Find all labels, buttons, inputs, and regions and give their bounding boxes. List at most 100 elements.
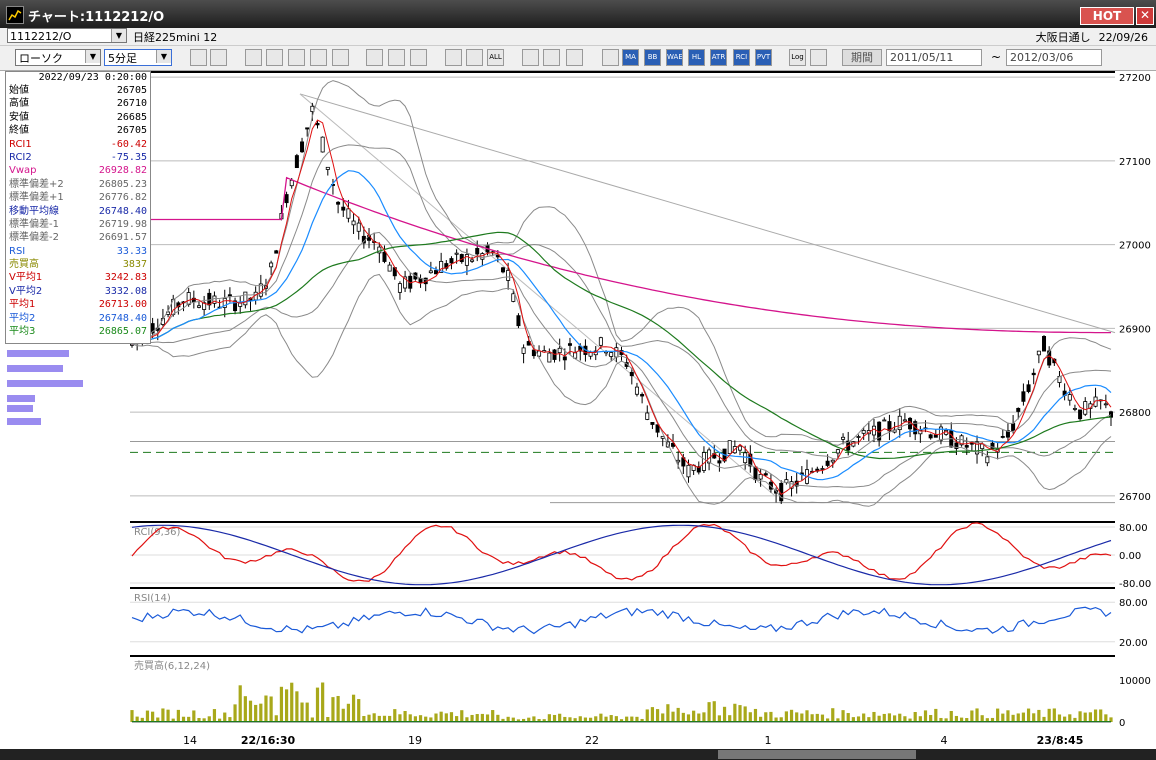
hot-button[interactable]: HOT [1080,7,1134,25]
info-value: 26685 [116,111,147,123]
candle-body [475,248,480,255]
info-row: 標準偏差+1 26776.82 [6,191,150,204]
toolbar-bb-button[interactable]: BB [644,49,661,66]
volume-bar [882,713,886,722]
candle-body [1072,408,1077,410]
volume-bar [795,712,799,722]
chevron-down-icon[interactable]: ▼ [85,50,100,63]
candle-body [1031,372,1036,376]
candle-body [325,166,330,170]
volume-bar [284,689,289,722]
chevron-down-icon[interactable]: ▼ [156,50,171,63]
info-timestamp: 2022/09/23 0:20:00 [38,72,147,83]
price-tick-label: 26900 [1119,324,1151,335]
toolbar-redo-button[interactable] [410,49,427,66]
toolbar-wrench-button[interactable] [543,49,560,66]
period-button[interactable]: 期間 [842,49,882,66]
toolbar-hl-button[interactable]: HL [688,49,705,66]
volume-profile-bar [7,395,35,402]
volume-bar [810,714,814,722]
toolbar-color-button[interactable] [566,49,583,66]
toolbar-line-button[interactable] [466,49,483,66]
candle-body [1021,391,1026,402]
candle-body [382,251,387,262]
toolbar-bull-button[interactable] [245,49,262,66]
candle-body [300,141,305,153]
volume-bar [558,713,562,722]
candle-body [397,283,402,293]
toolbar-ma-button[interactable]: MA [622,49,639,66]
volume-bar [331,697,335,722]
volume-bar [996,708,1000,722]
volume-bar [1016,713,1020,722]
candle-body [871,425,876,436]
toolbar-pnf-button[interactable] [288,49,305,66]
volume-bar [1078,711,1082,722]
toolbar-pvt-button[interactable]: PVT [755,49,772,66]
volume-bar [697,713,701,722]
candle-body [341,206,346,211]
volume-bar [341,708,345,722]
toolbar-ma_table-button[interactable] [602,49,619,66]
candle-body [336,201,341,205]
volume-bar [1068,714,1072,722]
volume-bar [351,694,356,722]
toolbar-atr-button[interactable]: ATR [710,49,727,66]
volume-bar [393,709,397,722]
candle-body [645,412,650,420]
volume-bar [290,682,294,722]
toolbar-all-button[interactable]: ALL [487,49,504,66]
info-label: V平均1 [9,272,43,284]
volume-bar [403,711,407,722]
date-to-field[interactable]: 2012/03/06 [1006,49,1102,66]
candle-body [1083,401,1088,415]
price-chart-svg[interactable]: 272002710027000269002680026700足80.000.00… [0,71,1156,760]
volume-bar [800,713,804,722]
toolbar-cursor-button[interactable] [210,49,227,66]
volume-bar [1001,713,1005,722]
volume-bar [862,713,866,722]
rsi-tick-label: 80.00 [1119,598,1148,609]
volume-bar [722,706,727,722]
info-value: 26928.82 [98,165,147,177]
info-value: 26865.07 [98,326,147,338]
candle-body [634,386,639,395]
volume-bar [279,686,284,722]
info-value: 26710 [116,98,147,110]
interval-select[interactable]: 5分足 ▼ [104,49,172,66]
toolbar-edit-button[interactable] [366,49,383,66]
candle-body [1026,384,1031,392]
symbol-combobox[interactable]: 1112212/O ▼ [7,28,127,43]
toolbar-bar-button[interactable] [445,49,462,66]
chevron-down-icon[interactable]: ▼ [111,29,126,42]
time-axis-label: 19 [408,734,422,747]
toolbar-log-button[interactable]: Log [789,49,806,66]
toolbar-kagi-button[interactable] [310,49,327,66]
volume-bar [233,704,237,722]
volume-bar [161,708,165,722]
candle-body [1103,403,1108,406]
date-from-field[interactable]: 2011/05/11 [886,49,982,66]
toolbar-zoom-button[interactable] [190,49,207,66]
candle-body [882,419,887,422]
toolbar-vwe-button[interactable]: WAE [666,49,683,66]
toolbar-rci-button[interactable]: RCI [733,49,750,66]
toolbar-ichimoku-button[interactable] [266,49,283,66]
volume-bar [269,696,273,722]
toolbar-select-button[interactable] [388,49,405,66]
info-value: 3837 [122,259,147,271]
volume-bar [166,709,170,722]
toolbar-gear-button[interactable] [522,49,539,66]
chart-area[interactable]: 272002710027000269002680026700足80.000.00… [0,71,1156,760]
toolbar-export-button[interactable] [810,49,827,66]
info-panel: 2022/09/23 0:20:00 始値 26705 高値 26710 安値 26685… [5,71,151,344]
volume-bar [1052,708,1056,722]
candle-body [310,105,315,112]
volume-bar [743,706,747,722]
chart-type-select[interactable]: ローソク ▼ [15,49,101,66]
toolbar-grid-button[interactable] [332,49,349,66]
candle-body [1011,423,1016,431]
info-row: 標準偏差-1 26719.98 [6,218,150,231]
close-button[interactable]: ✕ [1136,7,1154,25]
volume-bar [1011,714,1015,722]
